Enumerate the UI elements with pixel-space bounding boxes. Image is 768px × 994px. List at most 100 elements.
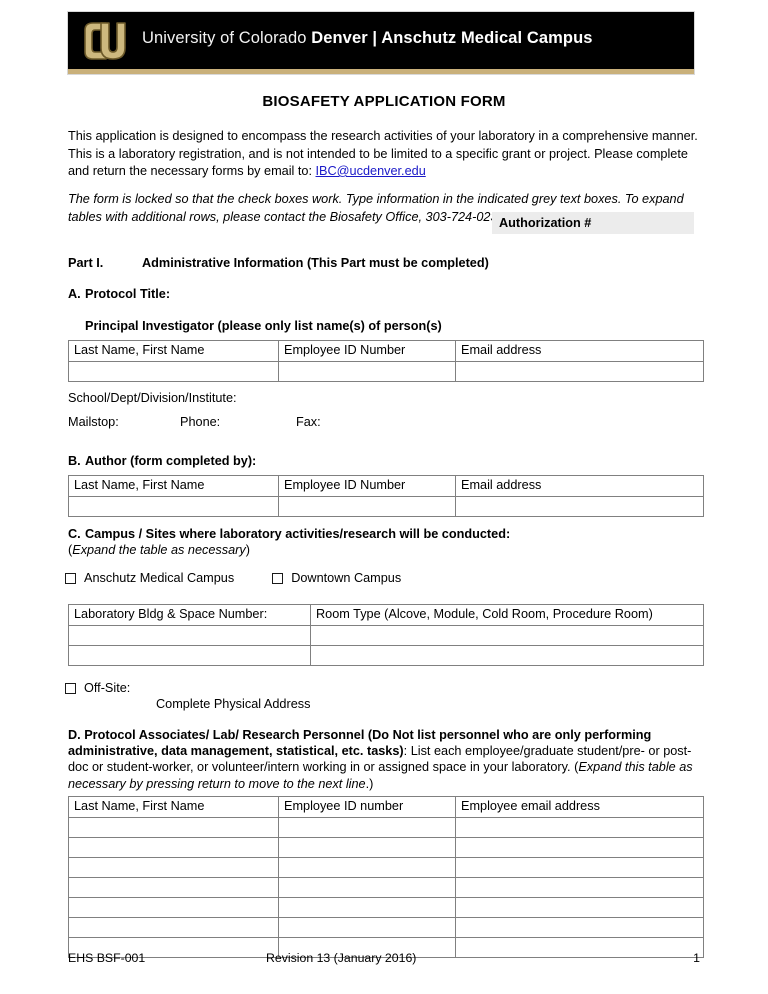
- cell-room-type[interactable]: [310, 645, 704, 666]
- cell-last-first-name[interactable]: [68, 877, 279, 898]
- cell-email[interactable]: [455, 361, 704, 382]
- section-d-note-close-paren: .): [365, 776, 374, 791]
- checkbox-label-downtown: Downtown Campus: [291, 571, 402, 585]
- table-row[interactable]: [68, 837, 704, 858]
- document-page: University of Colorado Denver | Anschutz…: [0, 0, 768, 994]
- cell-employee-email[interactable]: [455, 877, 704, 898]
- mailstop-phone-fax-line: Mailstop: Phone: Fax:: [68, 414, 321, 431]
- section-c-letter: C.: [68, 527, 81, 541]
- table-header-row: Last Name, First Name Employee ID Number…: [68, 340, 704, 362]
- section-c-heading: C. Campus / Sites where laboratory activi…: [68, 526, 708, 558]
- section-d-letter: D.: [68, 728, 81, 742]
- cell-last-first-name[interactable]: [68, 361, 279, 382]
- column-header-last-first-name: Last Name, First Name: [68, 475, 279, 497]
- section-a-letter: A.: [68, 287, 81, 301]
- subtitle-italic-text: Expand the table as necessary: [72, 543, 246, 557]
- cell-last-first-name[interactable]: [68, 917, 279, 938]
- checkbox-label-anschutz: Anschutz Medical Campus: [84, 571, 235, 585]
- column-header-last-first-name: Last Name, First Name: [68, 796, 279, 818]
- school-dept-line: School/Dept/Division/Institute:: [68, 391, 237, 405]
- cell-last-first-name[interactable]: [68, 817, 279, 838]
- ibc-email-link[interactable]: IBC@ucdenver.edu: [316, 164, 426, 178]
- checkbox-label-off-site: Off-Site:: [84, 681, 131, 695]
- section-c-subtitle: (Expand the table as necessary): [68, 542, 708, 558]
- intro-paragraph: This application is designed to encompas…: [68, 128, 700, 181]
- fax-label: Fax:: [296, 415, 321, 429]
- table-row[interactable]: [68, 857, 704, 878]
- cell-last-first-name[interactable]: [68, 496, 279, 517]
- column-header-employee-email: Employee email address: [455, 796, 704, 818]
- phone-label: Phone:: [180, 415, 221, 429]
- cell-lab-bldg-space[interactable]: [68, 645, 311, 666]
- column-header-lab-bldg-space: Laboratory Bldg & Space Number:: [68, 604, 311, 626]
- table-row[interactable]: [68, 877, 704, 898]
- checkbox-icon[interactable]: [272, 572, 284, 584]
- column-header-employee-id: Employee ID Number: [278, 475, 456, 497]
- table-header-row: Last Name, First Name Employee ID number…: [68, 796, 704, 818]
- cell-room-type[interactable]: [310, 625, 704, 646]
- principal-investigator-label: Principal Investigator (please only list…: [85, 319, 442, 333]
- checkbox-icon[interactable]: [65, 572, 76, 584]
- section-d-heading: D. Protocol Associates/ Lab/ Research Pe…: [68, 727, 706, 792]
- cell-employee-email[interactable]: [455, 917, 704, 938]
- banner-title-plain: University of Colorado: [142, 29, 312, 47]
- cell-employee-id[interactable]: [278, 496, 456, 517]
- cell-employee-id[interactable]: [278, 897, 456, 918]
- cell-employee-id[interactable]: [278, 857, 456, 878]
- cell-employee-email[interactable]: [455, 837, 704, 858]
- subtitle-close-paren: ): [245, 543, 250, 557]
- page-title: BIOSAFETY APPLICATION FORM: [262, 93, 506, 110]
- cell-employee-id[interactable]: [278, 917, 456, 938]
- section-c-title-line: C. Campus / Sites where laboratory activi…: [68, 526, 708, 542]
- checkbox-item-off-site[interactable]: Off-Site:: [65, 681, 130, 695]
- part-one-label: Part I.: [68, 256, 104, 270]
- footer-document-code: EHS BSF-001: [68, 951, 146, 965]
- cell-employee-id[interactable]: [278, 837, 456, 858]
- cell-employee-id[interactable]: [278, 817, 456, 838]
- column-header-last-first-name: Last Name, First Name: [68, 340, 279, 362]
- table-row[interactable]: [68, 817, 704, 838]
- column-header-email: Email address: [455, 340, 704, 362]
- section-a-heading: A. Protocol Title:: [68, 287, 170, 301]
- authorization-number-label: Authorization #: [499, 216, 592, 230]
- section-b-heading: B. Author (form completed by):: [68, 454, 256, 468]
- cell-last-first-name[interactable]: [68, 897, 279, 918]
- table-row[interactable]: [68, 496, 704, 517]
- checkbox-icon[interactable]: [65, 682, 76, 694]
- cell-employee-email[interactable]: [455, 857, 704, 878]
- cell-last-first-name[interactable]: [68, 857, 279, 878]
- cell-email[interactable]: [455, 496, 704, 517]
- table-header-row: Laboratory Bldg & Space Number: Room Typ…: [68, 604, 704, 626]
- table-row[interactable]: [68, 645, 704, 666]
- cell-employee-id[interactable]: [278, 361, 456, 382]
- table-row[interactable]: [68, 897, 704, 918]
- section-b-title: Author (form completed by):: [85, 454, 257, 468]
- complete-physical-address-label: Complete Physical Address: [156, 697, 311, 711]
- part-one-heading: Part I. Administrative Information (This …: [68, 256, 489, 270]
- table-row[interactable]: [68, 917, 704, 938]
- checkbox-item-downtown-campus[interactable]: Downtown Campus: [272, 571, 401, 585]
- authorization-number-box[interactable]: Authorization #: [492, 212, 694, 234]
- column-header-employee-id: Employee ID number: [278, 796, 456, 818]
- mailstop-label: Mailstop:: [68, 415, 119, 429]
- footer-revision: Revision 13 (January 2016): [266, 951, 417, 965]
- cell-lab-bldg-space[interactable]: [68, 625, 311, 646]
- banner-title-bold: Denver | Anschutz Medical Campus: [311, 29, 593, 47]
- principal-investigator-table: Last Name, First Name Employee ID Number…: [68, 340, 704, 382]
- section-b-letter: B.: [68, 454, 81, 468]
- column-header-employee-id: Employee ID Number: [278, 340, 456, 362]
- campus-checkbox-group: Anschutz Medical Campus Downtown Campus: [65, 571, 401, 585]
- table-row[interactable]: [68, 361, 704, 382]
- page-footer: EHS BSF-001 Revision 13 (January 2016) 1: [68, 951, 700, 965]
- author-table: Last Name, First Name Employee ID Number…: [68, 475, 704, 517]
- banner-title: University of Colorado Denver | Anschutz…: [142, 29, 593, 48]
- table-header-row: Last Name, First Name Employee ID Number…: [68, 475, 704, 497]
- university-header-banner: University of Colorado Denver | Anschutz…: [68, 12, 694, 74]
- cell-employee-email[interactable]: [455, 897, 704, 918]
- part-one-title: Administrative Information (This Part mu…: [142, 256, 489, 270]
- cell-employee-email[interactable]: [455, 817, 704, 838]
- checkbox-item-anschutz-medical-campus[interactable]: Anschutz Medical Campus: [65, 571, 234, 585]
- cell-employee-id[interactable]: [278, 877, 456, 898]
- table-row[interactable]: [68, 625, 704, 646]
- cell-last-first-name[interactable]: [68, 837, 279, 858]
